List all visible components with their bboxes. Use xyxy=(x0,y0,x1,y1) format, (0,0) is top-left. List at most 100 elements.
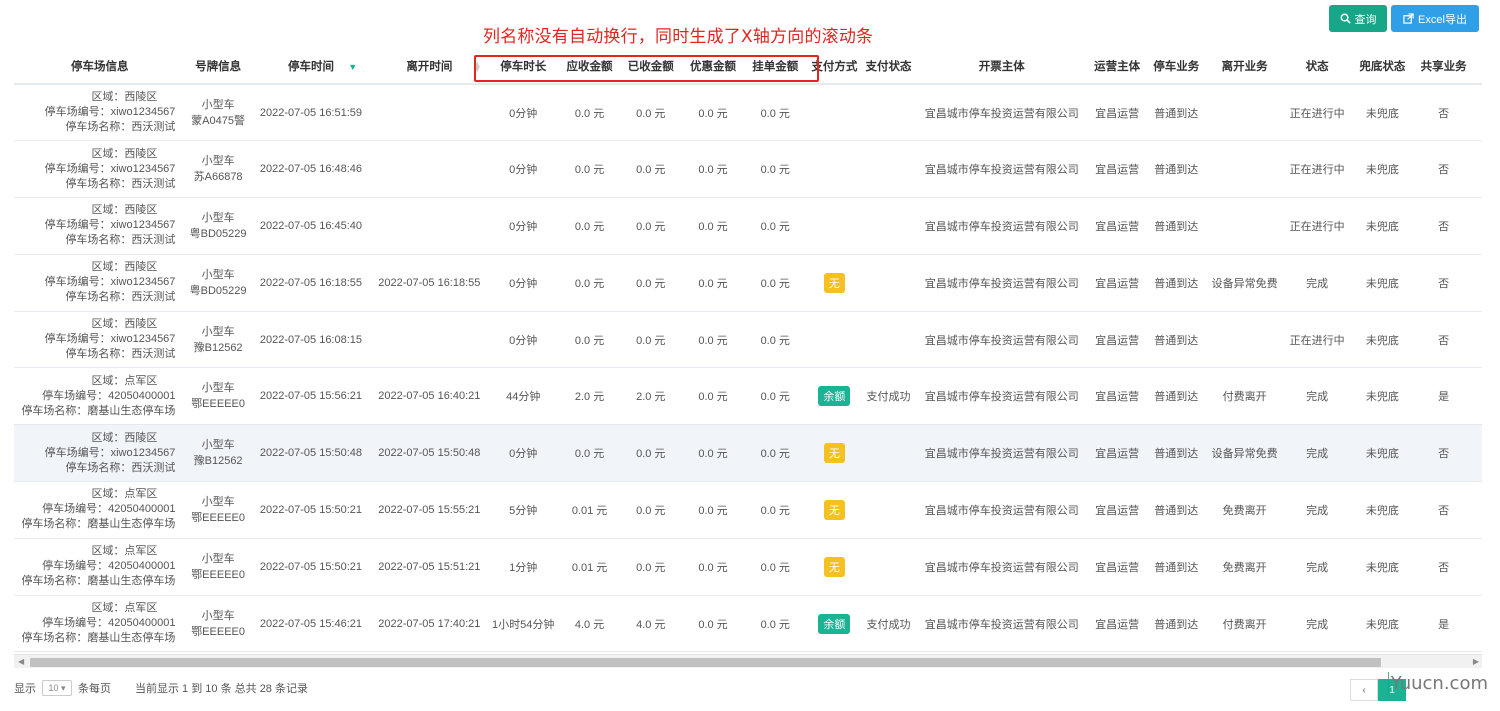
lot-info-line: 区域：西陵区 xyxy=(91,318,158,331)
lot-info-line: 停车场名称：西沃测试 xyxy=(65,121,176,134)
leave-time-cell: 2022-07-05 15:50:48 xyxy=(371,424,488,483)
leave-time-cell xyxy=(371,311,488,369)
column-header[interactable]: 状态 xyxy=(1281,48,1353,85)
vehicle-type: 小型车 xyxy=(201,495,235,508)
discount-cell: 0.0 元 xyxy=(681,424,745,483)
column-header[interactable]: 离开时间 ▲ ▼ xyxy=(371,48,488,85)
received-cell: 0.0 元 xyxy=(620,197,682,255)
shared-cell: 否 xyxy=(1412,197,1476,255)
column-header[interactable]: 开票主体 xyxy=(914,48,1090,85)
lot-info-line: 停车场名称：西沃测试 xyxy=(65,234,176,247)
column-header[interactable]: 支付状态 xyxy=(863,48,915,85)
action-cell[interactable] xyxy=(1475,424,1482,483)
prev-page-button[interactable]: ‹ xyxy=(1350,679,1378,701)
vehicle-type: 小型车 xyxy=(201,98,235,111)
column-header[interactable]: 兜底状态 xyxy=(1352,48,1413,85)
vehicle-type: 小型车 xyxy=(201,211,235,224)
pay-method-badge: 无 xyxy=(823,499,845,520)
records-table-container[interactable]: 停车场信息 号牌信息 停车时间 ▼ 离开时间 ▲ ▼ 停车时长 应收金额 已收金额 优惠金额 挂单金额… xyxy=(14,48,1482,652)
lot-info-line: 停车场名称：西沃测试 xyxy=(65,177,176,190)
column-header[interactable]: 优惠金额 xyxy=(681,48,745,85)
column-header[interactable]: 运营主体 xyxy=(1089,48,1145,85)
table-row[interactable]: 区域：西陵区 停车场编号：xiwo1234567 停车场名称：西沃测试 小型车 蒙A04… xyxy=(14,84,1482,142)
plate-number: 豫B12562 xyxy=(193,341,243,354)
column-header[interactable]: 支付方式 xyxy=(805,48,863,85)
action-cell[interactable] xyxy=(1475,481,1482,539)
lot-info-cell: 区域：西陵区 停车场编号：xiwo1234567 停车场名称：西沃测试 xyxy=(14,84,186,142)
action-cell[interactable] xyxy=(1475,254,1482,312)
vehicle-type: 小型车 xyxy=(201,325,235,338)
action-cell[interactable] xyxy=(1475,595,1482,652)
plate-number: 鄂EEEEE0 xyxy=(191,511,245,524)
records-table: 停车场信息 号牌信息 停车时间 ▼ 离开时间 ▲ ▼ 停车时长 应收金额 已收金额 优惠金额 挂单金额… xyxy=(14,48,1482,652)
sort-desc-icon[interactable]: ▼ xyxy=(348,62,357,72)
leave-business-cell xyxy=(1207,197,1282,255)
table-row[interactable]: 区域：西陵区 停车场编号：xiwo1234567 停车场名称：西沃测试 小型车 豫B12… xyxy=(14,424,1482,483)
column-header[interactable]: 挂单金额 xyxy=(744,48,806,85)
column-header[interactable]: 已收金额 xyxy=(620,48,682,85)
action-cell[interactable] xyxy=(1475,538,1482,596)
discount-cell: 0.0 元 xyxy=(681,197,745,255)
pay-method-cell: 无 xyxy=(805,424,863,483)
column-header[interactable]: 停车业务 xyxy=(1144,48,1208,85)
lot-info-line: 区域：点军区 xyxy=(91,374,158,387)
lot-info-line: 停车场名称：磨基山生态停车场 xyxy=(21,575,176,588)
horizontal-scrollbar[interactable]: ◀ ▶ xyxy=(14,654,1482,668)
park-time-cell: 2022-07-05 15:46:21 xyxy=(250,595,372,652)
table-row[interactable]: 区域：点军区 停车场编号：42050400001 停车场名称：磨基山生态停车场 小型车… xyxy=(14,595,1482,652)
pending-cell: 0.0 元 xyxy=(744,140,806,199)
column-header[interactable]: 离开业务 xyxy=(1207,48,1282,85)
column-header[interactable]: 共享业务 xyxy=(1412,48,1476,85)
sort-both-icon[interactable]: ▲ ▼ xyxy=(473,60,482,74)
table-row[interactable]: 区域：点军区 停车场编号：42050400001 停车场名称：磨基山生态停车场 小型车… xyxy=(14,538,1482,596)
operator-cell: 宜昌运营 xyxy=(1089,254,1145,312)
table-row[interactable]: 区域：西陵区 停车场编号：xiwo1234567 停车场名称：西沃测试 小型车 粤BD0… xyxy=(14,254,1482,312)
park-time-cell: 2022-07-05 16:08:15 xyxy=(250,311,372,369)
received-cell: 4.0 元 xyxy=(620,595,682,652)
discount-cell: 0.0 元 xyxy=(681,254,745,312)
scroll-right-icon[interactable]: ▶ xyxy=(1473,657,1479,666)
column-header[interactable]: 停车场信息 xyxy=(14,48,186,85)
table-row[interactable]: 区域：点军区 停车场编号：42050400001 停车场名称：磨基山生态停车场 小型车… xyxy=(14,481,1482,539)
table-row[interactable]: 区域：西陵区 停车场编号：xiwo1234567 停车场名称：西沃测试 小型车 粤BD0… xyxy=(14,197,1482,255)
table-row[interactable]: 区域：西陵区 停车场编号：xiwo1234567 停车场名称：西沃测试 小型车 豫B12… xyxy=(14,311,1482,369)
business-cell: 普通到达 xyxy=(1144,140,1208,199)
plate-number: 蒙A0475警 xyxy=(191,114,245,127)
pay-status-cell xyxy=(863,197,915,255)
discount-cell: 0.0 元 xyxy=(681,311,745,369)
action-cell[interactable] xyxy=(1475,84,1482,142)
lot-info-line: 区域：西陵区 xyxy=(91,431,158,444)
invoice-cell: 宜昌城市停车投资运营有限公司 xyxy=(914,424,1090,483)
vehicle-type: 小型车 xyxy=(201,609,235,622)
fallback-cell: 未兜底 xyxy=(1352,595,1413,652)
action-cell[interactable] xyxy=(1475,311,1482,369)
discount-cell: 0.0 元 xyxy=(681,84,745,142)
plate-number: 鄂EEEEE0 xyxy=(191,625,245,638)
lot-info-line: 停车场编号：xiwo1234567 xyxy=(44,106,176,119)
column-header[interactable]: 号牌信息 xyxy=(185,48,251,85)
shared-cell: 否 xyxy=(1412,254,1476,312)
scrollbar-thumb[interactable] xyxy=(30,658,1381,667)
business-cell: 普通到达 xyxy=(1144,197,1208,255)
action-cell[interactable] xyxy=(1475,197,1482,255)
excel-export-button[interactable]: Excel导出 xyxy=(1391,5,1479,32)
table-row[interactable]: 区域：西陵区 停车场编号：xiwo1234567 停车场名称：西沃测试 小型车 苏A66… xyxy=(14,140,1482,199)
status-cell: 正在进行中 xyxy=(1281,140,1353,199)
scroll-left-icon[interactable]: ◀ xyxy=(18,657,24,666)
action-cell[interactable] xyxy=(1475,367,1482,426)
shared-cell: 否 xyxy=(1412,424,1476,483)
column-header[interactable]: 停车时长 xyxy=(487,48,559,85)
invoice-cell: 宜昌城市停车投资运营有限公司 xyxy=(914,197,1090,255)
park-time-cell: 2022-07-05 15:50:21 xyxy=(250,538,372,596)
action-cell[interactable] xyxy=(1475,140,1482,199)
pay-method-badge: 无 xyxy=(823,272,845,293)
column-header[interactable]: 应收金额 xyxy=(558,48,621,85)
shared-cell: 否 xyxy=(1412,140,1476,199)
pay-method-badge: 无 xyxy=(823,443,845,464)
page-size-select[interactable]: 10 ▾ xyxy=(42,680,72,696)
table-row[interactable]: 区域：点军区 停车场编号：42050400001 停车场名称：磨基山生态停车场 小型车… xyxy=(14,367,1482,426)
query-button[interactable]: 查询 xyxy=(1329,5,1387,32)
lot-info-line: 停车场编号：42050400001 xyxy=(42,617,176,630)
column-header[interactable]: 停车时间 ▼ xyxy=(250,48,372,85)
excel-export-label: Excel导出 xyxy=(1418,13,1467,26)
